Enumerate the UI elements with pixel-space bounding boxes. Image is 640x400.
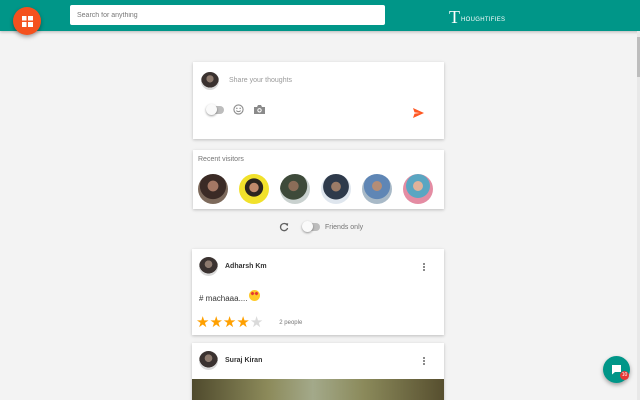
post-card: Adharsh Km # machaaa.... ★ ★ ★ ★ ★ 2 peo… — [192, 249, 444, 335]
apps-menu-button[interactable] — [13, 7, 41, 35]
top-app-bar: T HOUGHTIFIES — [0, 0, 640, 31]
app-logo[interactable]: T HOUGHTIFIES — [449, 4, 505, 26]
logo-text: HOUGHTIFIES — [461, 17, 506, 23]
more-vert-icon[interactable] — [423, 263, 426, 272]
more-vert-icon[interactable] — [423, 357, 426, 366]
post-card: Suraj Kiran — [192, 343, 444, 400]
star-rating: ★ ★ ★ ★ ★ 2 people — [196, 315, 302, 330]
apps-icon — [21, 15, 33, 27]
star-icon[interactable]: ★ — [223, 315, 236, 330]
recent-visitors-title: Recent visitors — [198, 156, 244, 163]
composer-tools — [206, 103, 266, 115]
author-avatar[interactable] — [199, 257, 218, 276]
camera-icon[interactable] — [253, 104, 266, 115]
search-input[interactable] — [70, 5, 385, 25]
post-content: # machaaa.... — [199, 290, 261, 304]
recent-visitors-card: Recent visitors — [193, 150, 444, 209]
visitor-avatar[interactable] — [239, 174, 269, 204]
post-author[interactable]: Adharsh Km — [225, 263, 267, 270]
visitor-avatar[interactable] — [280, 174, 310, 204]
star-empty-icon[interactable]: ★ — [250, 315, 263, 330]
share-thoughts-input[interactable]: Share your thoughts — [229, 77, 292, 84]
post-image[interactable] — [192, 379, 444, 400]
visitor-avatar[interactable] — [362, 174, 392, 204]
visitors-list — [198, 174, 444, 204]
post-author[interactable]: Suraj Kiran — [225, 357, 262, 364]
avatar — [201, 72, 219, 90]
post-text: # machaaa.... — [199, 294, 248, 303]
emoji-icon[interactable] — [233, 104, 244, 115]
compose-card: Share your thoughts — [193, 62, 444, 139]
logo-initial: T — [449, 7, 460, 27]
visitor-avatar[interactable] — [198, 174, 228, 204]
friends-only-label: Friends only — [325, 223, 364, 231]
friends-only-filter[interactable]: Friends only — [302, 221, 364, 232]
anonymous-toggle[interactable] — [206, 103, 224, 115]
friends-only-toggle[interactable] — [302, 221, 320, 232]
visitor-avatar[interactable] — [403, 174, 433, 204]
feed-filters: Friends only — [279, 221, 364, 232]
heart-eyes-emoji-icon — [249, 290, 261, 301]
chat-button[interactable]: 10 — [603, 356, 630, 383]
refresh-icon[interactable] — [279, 222, 289, 232]
star-icon[interactable]: ★ — [196, 315, 209, 330]
visitor-avatar[interactable] — [321, 174, 351, 204]
rating-count[interactable]: 2 people — [279, 320, 302, 326]
star-icon[interactable]: ★ — [209, 315, 222, 330]
author-avatar[interactable] — [199, 351, 218, 370]
send-icon[interactable] — [413, 108, 424, 118]
notification-badge: 10 — [620, 371, 629, 380]
star-icon[interactable]: ★ — [236, 315, 249, 330]
